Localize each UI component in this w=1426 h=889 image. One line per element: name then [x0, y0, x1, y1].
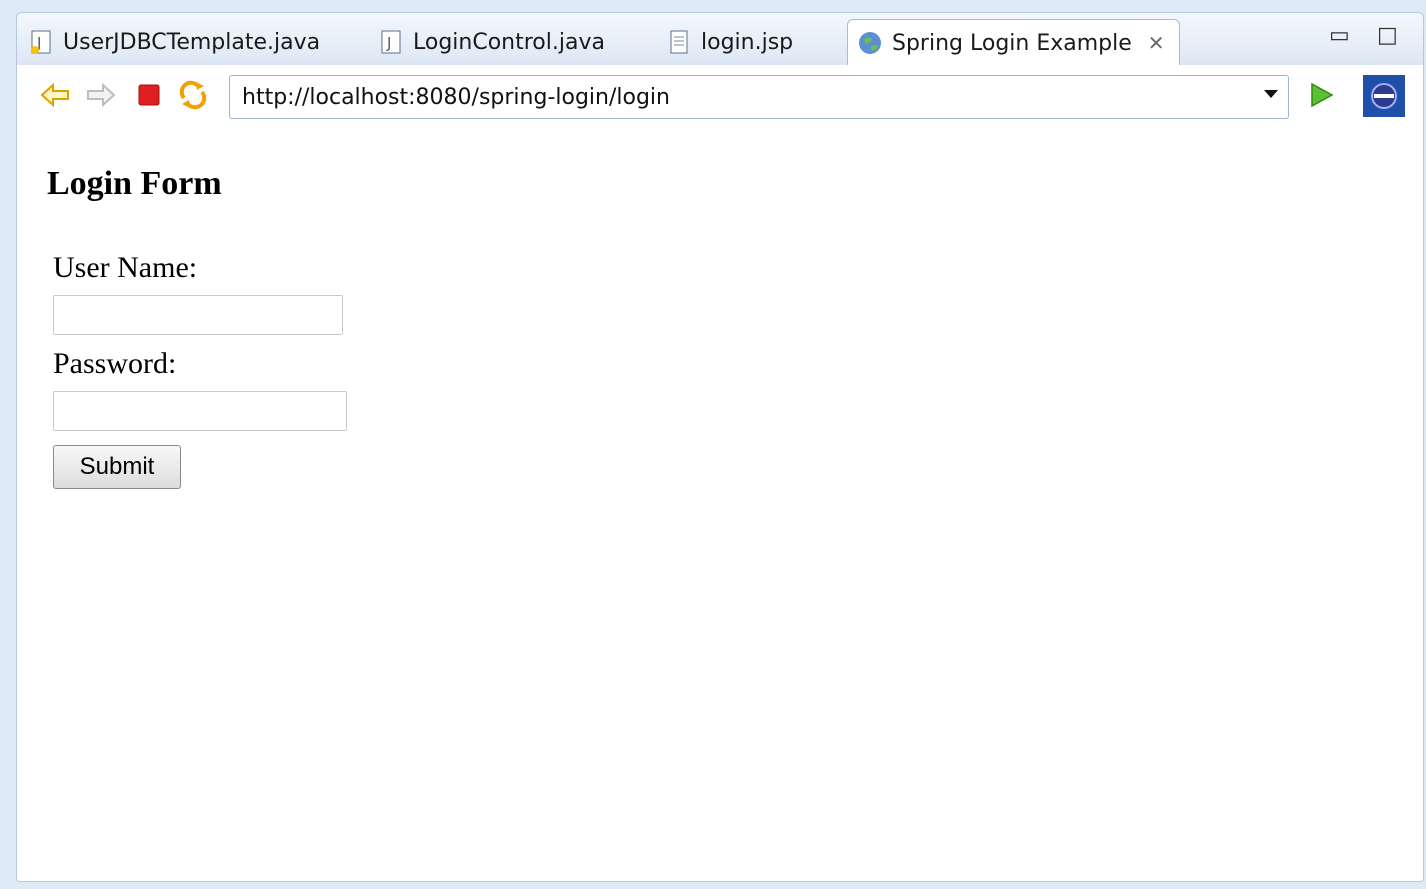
page-title: Login Form — [47, 165, 222, 202]
chevron-down-icon[interactable] — [1264, 90, 1278, 98]
username-label: User Name: — [53, 251, 198, 284]
stop-icon[interactable] — [133, 79, 165, 111]
svg-text:J: J — [386, 34, 391, 52]
password-input[interactable] — [53, 391, 347, 431]
browser-window: J UserJDBCTemplate.java J LoginControl.j… — [16, 12, 1424, 882]
eclipse-icon[interactable] — [1363, 75, 1405, 117]
submit-button[interactable]: Submit — [53, 445, 181, 489]
jsp-file-icon — [667, 29, 691, 55]
back-arrow-icon[interactable] — [39, 79, 71, 111]
tab-userjdbctemplate[interactable]: J UserJDBCTemplate.java — [19, 19, 320, 65]
globe-icon — [858, 30, 882, 56]
tab-logincontrol[interactable]: J LoginControl.java — [369, 19, 605, 65]
url-input[interactable]: http://localhost:8080/spring-login/login — [229, 75, 1289, 119]
browser-toolbar: http://localhost:8080/spring-login/login — [17, 65, 1423, 123]
java-file-warning-icon: J — [29, 29, 53, 55]
tab-spring-login-example[interactable]: Spring Login Example ✕ — [847, 19, 1180, 66]
tab-login-jsp[interactable]: login.jsp — [657, 19, 793, 65]
java-file-icon: J — [379, 29, 403, 55]
url-text: http://localhost:8080/spring-login/login — [242, 84, 670, 110]
minimize-icon[interactable]: ▭ — [1329, 23, 1350, 48]
go-icon[interactable] — [1305, 79, 1337, 111]
tab-label: LoginControl.java — [413, 29, 605, 55]
tab-label: UserJDBCTemplate.java — [63, 29, 321, 55]
tab-label: login.jsp — [701, 29, 794, 55]
password-label: Password: — [53, 347, 177, 380]
forward-arrow-icon[interactable] — [85, 79, 117, 111]
username-input[interactable] — [53, 295, 343, 335]
tab-label: Spring Login Example — [892, 30, 1132, 56]
maximize-icon[interactable]: □ — [1377, 23, 1398, 48]
refresh-icon[interactable] — [177, 79, 209, 111]
page-content: Login Form User Name: Password: Submit — [17, 123, 1423, 881]
close-tab-icon[interactable]: ✕ — [1148, 31, 1165, 55]
editor-tabbar: J UserJDBCTemplate.java J LoginControl.j… — [17, 13, 1423, 66]
